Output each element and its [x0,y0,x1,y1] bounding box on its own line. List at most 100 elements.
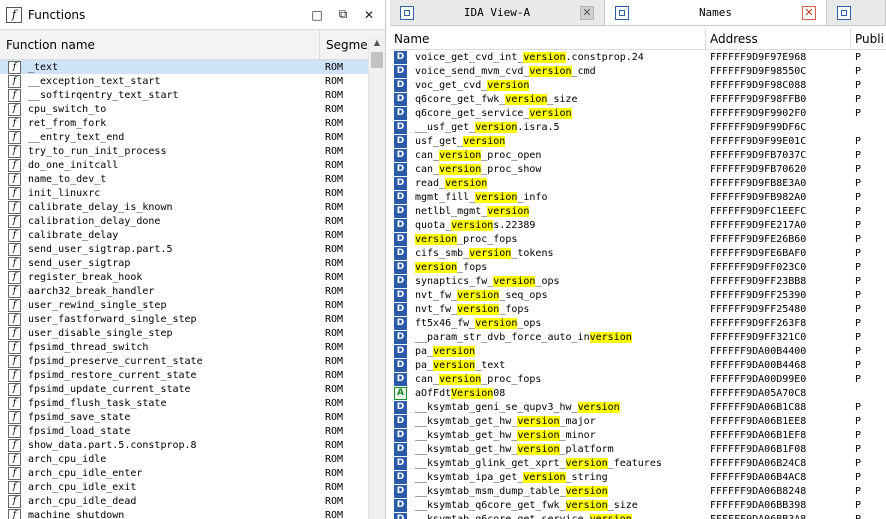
column-address[interactable]: Address [706,28,851,49]
name-row[interactable]: Dcan_version_proc_show FFFFFF9D9FB70620 P [390,162,886,176]
function-row[interactable]: f arch_cpu_idle_dead ROM [0,494,368,508]
name-row[interactable]: Dpa_version_text FFFFFF9DA00B4468 P [390,358,886,372]
function-row[interactable]: f cpu_switch_to ROM [0,102,368,116]
function-row[interactable]: f __entry_text_end ROM [0,130,368,144]
name-row[interactable]: D __ksymtab_q6core_get_service_version FFF… [390,512,886,519]
function-row[interactable]: f aarch32_break_handler ROM [0,284,368,298]
name-row[interactable]: D __ksymtab_get_hw_version_minor FFFFFF9DA… [390,428,886,442]
name-row[interactable]: Dsynaptics_fw_version_ops FFFFFF9D9FF23BB… [390,274,886,288]
function-row[interactable]: f fpsimd_flush_task_state ROM [0,396,368,410]
data-icon: D [394,134,407,148]
function-row[interactable]: f fpsimd_restore_current_state ROM [0,368,368,382]
function-row[interactable]: f __exception_text_start ROM [0,74,368,88]
name-prefix: q6core_get_service_ [415,107,530,119]
name-suffix: _proc_fops [481,373,542,385]
name-row[interactable]: Dcan_version_proc_fops FFFFFF9DA00D99E0 P [390,372,886,386]
name-address: FFFFFF9DA06B1F08 [710,443,807,455]
name-row[interactable]: Dvoice_send_mvm_cvd_version_cmd FFFFFF9D9… [390,64,886,78]
name-row[interactable]: Dcan_version_proc_open FFFFFF9D9FB7037C P [390,148,886,162]
data-icon: D [394,162,407,176]
name-row[interactable]: Dq6core_get_fwk_version_size FFFFFF9D9F98… [390,92,886,106]
function-row[interactable]: f fpsimd_save_state ROM [0,410,368,424]
function-row[interactable]: f send_user_sigtrap ROM [0,256,368,270]
name-row[interactable]: Dmgmt_fill_version_info FFFFFF9D9FB982A0 P [390,190,886,204]
name-row[interactable]: Dq6core_get_service_version FFFFFF9D9F990… [390,106,886,120]
column-function-name[interactable]: Function name [0,30,320,59]
name-row[interactable]: Dvoc_get_cvd_version FFFFFF9D9F98C088 P [390,78,886,92]
data-icon: D [394,428,407,442]
function-row[interactable]: f show_data.part.5.constprop.8 ROM [0,438,368,452]
functions-titlebar[interactable]: f Functions □ ⧉ ✕ [0,0,385,30]
function-row[interactable]: f user_rewind_single_step ROM [0,298,368,312]
tab-ida-view-a[interactable]: IDA View-A ✕ [390,0,605,25]
restore-icon[interactable]: ⧉ [335,7,351,23]
close-icon[interactable]: ✕ [361,7,377,23]
function-row[interactable]: f user_disable_single_step ROM [0,326,368,340]
function-row[interactable]: f fpsimd_load_state ROM [0,424,368,438]
function-row[interactable]: f ret_from_fork ROM [0,116,368,130]
search-highlight: version [439,373,482,385]
name-row[interactable]: Dnvt_fw_version_seq_ops FFFFFF9D9FF25390 P [390,288,886,302]
function-row[interactable]: f _text ROM [0,60,368,74]
close-tab-icon[interactable]: ✕ [802,5,816,20]
function-row[interactable]: f fpsimd_thread_switch ROM [0,340,368,354]
function-row[interactable]: f fpsimd_update_current_state ROM [0,382,368,396]
column-public[interactable]: Publi [851,28,886,49]
name-row[interactable]: Dversion_fops FFFFFF9D9FF023C0 P [390,260,886,274]
name-row[interactable]: Dversion_proc_fops FFFFFF9D9FE26B60 P [390,232,886,246]
scroll-up-icon[interactable]: ▲ [369,38,385,52]
name-row[interactable]: Dft5x46_fw_version_ops FFFFFF9D9FF263F8 P [390,316,886,330]
function-row[interactable]: f machine_shutdown ROM [0,508,368,519]
name-row[interactable]: Dnvt_fw_version_fops FFFFFF9D9FF25480 P [390,302,886,316]
name-row[interactable]: Dread_version FFFFFF9D9FB8E3A0 P [390,176,886,190]
name-text: can_version_proc_fops [415,373,710,385]
function-row[interactable]: f arch_cpu_idle_exit ROM [0,480,368,494]
name-row[interactable]: D __usf_get_version.isra.5 FFFFFF9D9F99DF6… [390,120,886,134]
name-row[interactable]: D __ksymtab_get_hw_version_platform FFFFFF… [390,442,886,456]
function-row[interactable]: f __softirqentry_text_start ROM [0,88,368,102]
function-row[interactable]: f init_linuxrc ROM [0,186,368,200]
function-row[interactable]: f register_break_hook ROM [0,270,368,284]
function-row[interactable]: f calibrate_delay ROM [0,228,368,242]
name-row[interactable]: D __ksymtab_msm_dump_table_version FFFFFF9… [390,484,886,498]
close-tab-icon[interactable]: ✕ [580,5,594,20]
name-suffix: _seq_ops [499,289,548,301]
scrollbar-thumb[interactable] [371,52,383,68]
name-row[interactable]: Dpa_version FFFFFF9DA00B4400 P [390,344,886,358]
name-row[interactable]: AaOfFdtVersion08 FFFFFF9DA05A70C8 [390,386,886,400]
name-row[interactable]: D __ksymtab_get_hw_version_major FFFFFF9DA… [390,414,886,428]
name-row[interactable]: D __ksymtab_ipa_get_version_string FFFFFF9… [390,470,886,484]
name-text: __ksymtab_ipa_get_version_string [415,471,710,483]
name-row[interactable]: D __ksymtab_q6core_get_fwk_version_size FF… [390,498,886,512]
name-row[interactable]: Dcifs_smb_version_tokens FFFFFF9D9FE6BAF0… [390,246,886,260]
function-row[interactable]: f name_to_dev_t ROM [0,172,368,186]
name-row[interactable]: Dusf_get_version FFFFFF9D9F99E01C P [390,134,886,148]
tab-names[interactable]: Names ✕ [605,0,827,25]
name-address: FFFFFF9D9F98C088 [710,79,807,91]
function-list: f _text ROM f __exception_text_start ROM f __so… [0,60,368,519]
function-row[interactable]: f fpsimd_preserve_current_state ROM [0,354,368,368]
function-row[interactable]: f arch_cpu_idle ROM [0,452,368,466]
function-row[interactable]: f calibration_delay_done ROM [0,214,368,228]
data-icon: D [394,106,407,120]
search-highlight: version [457,303,500,315]
function-row[interactable]: f arch_cpu_idle_enter ROM [0,466,368,480]
name-row[interactable]: Dnetlbl_mgmt_version FFFFFF9D9FC1EEFC P [390,204,886,218]
name-row[interactable]: Dvoice_get_cvd_int_version.constprop.24 F… [390,50,886,64]
minimize-icon[interactable]: □ [309,7,325,23]
function-row[interactable]: f do_one_initcall ROM [0,158,368,172]
name-row[interactable]: D __ksymtab_glink_get_xprt_version_featur… [390,456,886,470]
name-row[interactable]: D __param_str_dvb_force_auto_inversion FFF… [390,330,886,344]
tab-bar: IDA View-A ✕ Names ✕ [390,0,886,26]
function-row[interactable]: f user_fastforward_single_step ROM [0,312,368,326]
name-row[interactable]: D __ksymtab_geni_se_qupv3_hw_version FFFFF… [390,400,886,414]
name-row[interactable]: Dquota_versions.22389 FFFFFF9D9FE217A0 P [390,218,886,232]
function-row[interactable]: f try_to_run_init_process ROM [0,144,368,158]
function-row[interactable]: f send_user_sigtrap.part.5 ROM [0,242,368,256]
column-name[interactable]: Name [390,28,706,49]
data-icon: D [394,372,407,386]
functions-scrollbar[interactable]: ▲ [368,38,385,519]
function-row[interactable]: f calibrate_delay_is_known ROM [0,200,368,214]
names-list: Dvoice_get_cvd_int_version.constprop.24 F… [390,50,886,519]
tab-other-view[interactable] [827,0,886,25]
